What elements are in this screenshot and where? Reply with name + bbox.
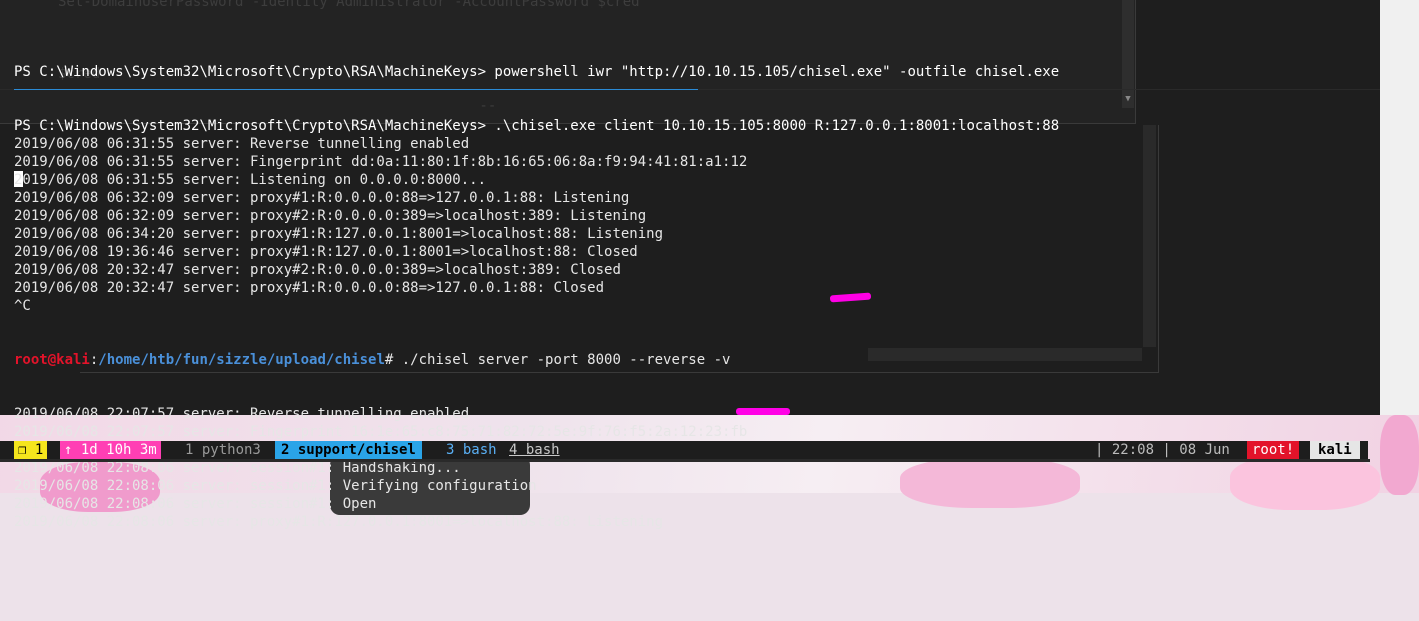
log-line: 2019/06/08 20:32:47 server: proxy#1:R:0.… xyxy=(14,280,605,296)
log-line: ^C xyxy=(14,298,31,314)
log-line: 2019/06/08 06:31:55 server: Reverse tunn… xyxy=(14,136,470,152)
status-host-badge: kali xyxy=(1310,441,1360,459)
log-line: 2019/06/08 06:32:09 server: proxy#1:R:0.… xyxy=(14,190,630,206)
powershell-command-line: PS C:\Windows\System32\Microsoft\Crypto\… xyxy=(14,64,1060,80)
log-after: 2019/06/08 22:07:57 server: Reverse tunn… xyxy=(14,405,1380,531)
tmux-window-tab[interactable]: 1 python3 xyxy=(185,441,261,459)
prompt-path: /home/htb/fun/sizzle/upload/chisel xyxy=(98,352,385,368)
log-line: 2019/06/08 06:34:20 server: proxy#1:R:12… xyxy=(14,226,664,242)
highlight-marker xyxy=(736,408,790,415)
log-before: 2019/06/08 06:31:55 server: Reverse tunn… xyxy=(14,135,1380,315)
terminal-window[interactable]: ▼ Set-DomainUserPassword -Identity Admin… xyxy=(0,0,1380,530)
log-line: 2019/06/08 22:08:06 server: session#1: O… xyxy=(14,496,377,512)
prompt-user: root@kali xyxy=(14,352,90,368)
wallpaper-shape xyxy=(1380,415,1419,495)
session-badge[interactable]: ❐ 1 xyxy=(14,441,48,459)
tmux-window-tab[interactable]: 4 bash xyxy=(509,441,560,459)
status-user-badge: root! xyxy=(1247,441,1300,459)
uptime-badge: ↑ 1d 10h 3m xyxy=(60,441,161,459)
tmux-status-bar: ❐ 1 ↑ 1d 10h 3m 1 python3 2 support/chis… xyxy=(0,441,1368,459)
shell-prompt: root@kali:/home/htb/fun/sizzle/upload/ch… xyxy=(14,351,1380,369)
log-line: 2019/06/08 06:32:09 server: proxy#2:R:0.… xyxy=(14,208,647,224)
log-line: 2019/06/08 22:08:06 server: proxy#1:R:12… xyxy=(14,514,664,530)
log-line: 2019/06/08 19:36:46 server: proxy#1:R:12… xyxy=(14,244,638,260)
status-clock: | 22:08 | 08 Jun xyxy=(1095,442,1230,458)
log-line: 2019/06/08 22:08:06 server: session#1: V… xyxy=(14,478,537,494)
prompt-command: # ./chisel server -port 8000 --reverse -… xyxy=(384,352,731,368)
background-command-line: Set-DomainUserPassword -Identity Adminis… xyxy=(58,0,640,10)
log-line: 2019/06/08 06:31:55 server: Listening on… xyxy=(14,172,487,188)
tmux-window-tab[interactable]: 3 bash xyxy=(446,441,497,459)
tmux-window-tab-active[interactable]: 2 support/chisel xyxy=(275,441,422,459)
log-line: 2019/06/08 22:07:57 server: Reverse tunn… xyxy=(14,406,470,422)
log-line: 2019/06/08 06:31:55 server: Fingerprint … xyxy=(14,154,748,170)
log-line: 2019/06/08 22:07:57 server: Fingerprint … xyxy=(14,424,748,440)
log-line: 2019/06/08 20:32:47 server: proxy#2:R:0.… xyxy=(14,262,621,278)
chisel-server-output: 2019/06/08 06:31:55 server: Reverse tunn… xyxy=(14,99,1380,567)
window-bottom-border xyxy=(0,459,1370,462)
background-window-edge xyxy=(1380,0,1419,415)
